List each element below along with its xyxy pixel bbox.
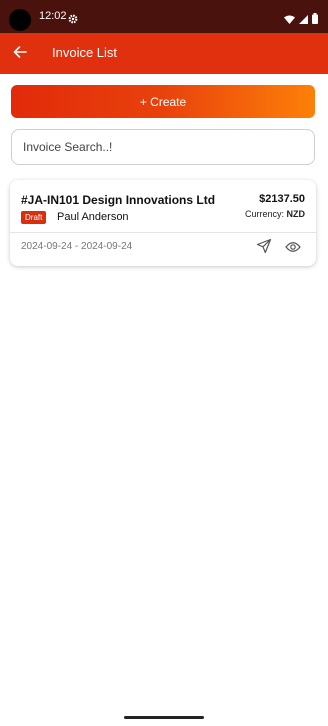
page-title: Invoice List	[52, 45, 118, 60]
currency-label: Currency:	[244, 209, 284, 219]
view-invoice-button[interactable]	[285, 240, 301, 258]
gear-icon	[68, 11, 78, 29]
currency-code: NZD	[286, 209, 306, 219]
system-icons	[284, 11, 318, 29]
invoice-title: #JA-IN101 Design Innovations Ltd	[21, 193, 216, 207]
back-arrow-icon	[13, 45, 27, 63]
invoice-search-input[interactable]	[12, 130, 314, 164]
battery-icon	[312, 11, 318, 29]
back-button[interactable]	[10, 44, 30, 64]
camera-cutout	[9, 9, 31, 31]
eye-icon	[285, 240, 301, 257]
invoice-date-range: 2024-09-24 - 2024-09-24	[21, 241, 133, 252]
status-time: 12:02	[39, 10, 67, 22]
invoice-card[interactable]: #JA-IN101 Design Innovations Ltd $2137.5…	[10, 180, 316, 266]
search-box	[11, 129, 315, 165]
invoice-amount: $2137.50	[259, 193, 305, 205]
send-invoice-button[interactable]	[256, 238, 272, 259]
wifi-icon	[284, 11, 295, 29]
signal-icon	[299, 11, 308, 29]
currency-info: Currency: NZD	[245, 209, 305, 219]
customer-name: Paul Anderson	[57, 211, 129, 223]
status-bar: 12:02	[0, 0, 328, 33]
create-invoice-button[interactable]: + Create	[11, 85, 315, 118]
send-icon	[256, 238, 272, 258]
card-divider	[10, 232, 316, 233]
app-bar: Invoice List	[0, 33, 328, 74]
status-badge: Draft	[21, 211, 47, 224]
home-indicator[interactable]	[124, 716, 204, 719]
